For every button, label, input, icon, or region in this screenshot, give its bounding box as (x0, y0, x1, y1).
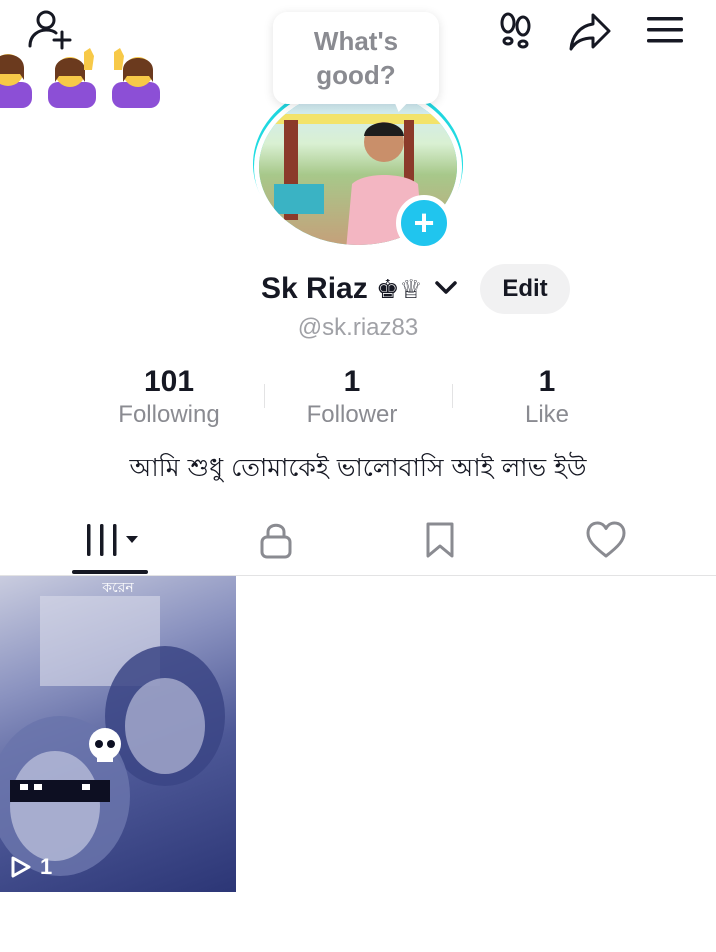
share-arrow-icon (569, 13, 611, 51)
woman-raising-hand-emoji (0, 44, 36, 108)
stat-label: Following (118, 401, 220, 428)
profile-handle: @sk.riaz83 (297, 314, 419, 341)
play-count-value: 1 (40, 854, 53, 879)
profile-stats: 101 Following 1 Follower 1 Like (0, 364, 716, 434)
add-story-button[interactable]: + (396, 195, 452, 251)
profile-tabs (0, 504, 716, 576)
bookmark-icon (426, 522, 454, 558)
stat-label: Like (524, 401, 570, 428)
tab-videos[interactable] (72, 516, 152, 564)
status-bubble[interactable]: What's good? (273, 12, 439, 104)
name-row: Sk Riaz ♚♕ Edit (0, 264, 716, 314)
stat-value: 1 (343, 365, 361, 398)
play-icon (11, 856, 31, 878)
tab-private[interactable] (236, 516, 316, 564)
stat-label: Follower (306, 401, 398, 428)
video-play-count: 1 (10, 854, 52, 880)
plus-icon: + (413, 202, 435, 243)
stat-likes[interactable]: 1 Like (457, 364, 637, 430)
raised-hand-emoji-row (0, 44, 164, 108)
stat-following[interactable]: 101 Following (79, 364, 259, 430)
profile-name-text: Sk Riaz (261, 272, 368, 305)
stat-value: 101 (143, 365, 195, 398)
woman-raising-hand-emoji (44, 44, 100, 108)
stat-followers[interactable]: 1 Follower (262, 364, 442, 430)
tab-favorites[interactable] (400, 516, 480, 564)
video-thumbnail[interactable]: করেন 1 (0, 576, 236, 892)
video-thumbnail-image (0, 596, 225, 876)
chevron-down-icon (435, 281, 457, 294)
heart-icon (586, 521, 626, 558)
hamburger-menu-icon (647, 17, 683, 43)
active-tab-indicator (72, 570, 148, 574)
profile-name[interactable]: Sk Riaz ♚♕ (261, 272, 423, 306)
tab-liked[interactable] (566, 516, 646, 564)
footprints-icon (500, 12, 531, 49)
share-profile-button[interactable] (566, 8, 614, 56)
lock-icon (260, 523, 292, 559)
grid-videos-icon (87, 524, 138, 556)
stat-divider (452, 384, 453, 408)
account-switch-button[interactable] (432, 274, 460, 307)
stat-value: 1 (538, 365, 556, 398)
edit-profile-button[interactable]: Edit (480, 264, 570, 314)
status-bubble-text: What's good? (313, 26, 399, 90)
profile-views-button[interactable] (494, 8, 538, 52)
profile-name-symbols: ♚♕ (376, 275, 423, 305)
menu-button[interactable] (642, 10, 688, 50)
woman-raising-hand-emoji (108, 44, 164, 108)
profile-bio: আমি শুধু তোমাকেই ভালোবাসি আই লাভ ইউ (129, 453, 587, 482)
video-caption: করেন (102, 580, 134, 596)
